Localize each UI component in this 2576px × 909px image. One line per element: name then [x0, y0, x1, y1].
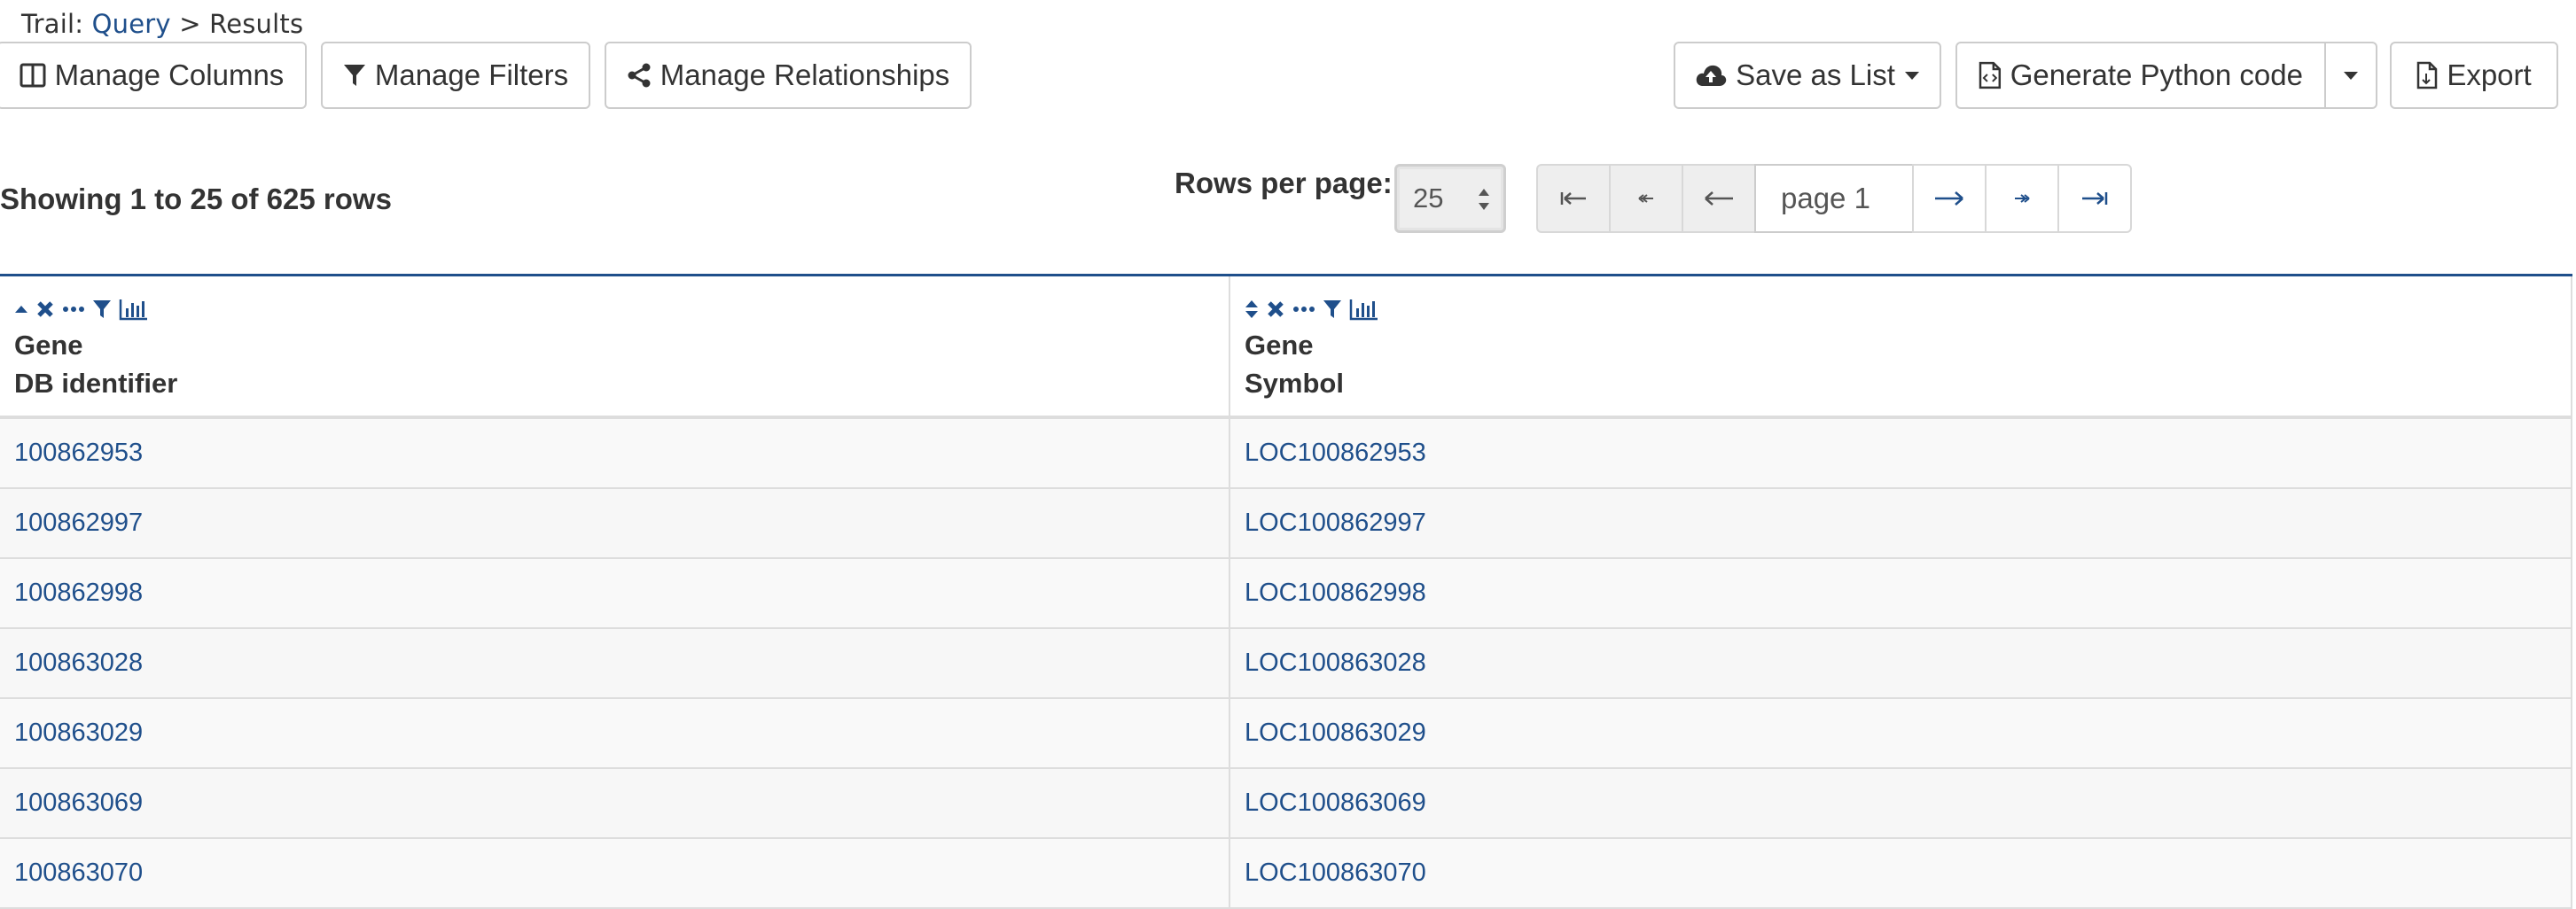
trail-query-link[interactable]: Query: [92, 9, 171, 39]
cell-symbol[interactable]: LOC100862997: [1230, 489, 2572, 557]
cell-db-identifier[interactable]: 100862953: [0, 419, 1230, 487]
caret-down-icon: [2344, 72, 2358, 80]
trail-separator: >: [179, 9, 201, 39]
share-icon: [628, 63, 651, 88]
first-page-button[interactable]: [1536, 164, 1611, 233]
save-as-list-button[interactable]: Save as List: [1674, 42, 1941, 109]
table-row: 100863028 LOC100863028: [0, 629, 2572, 699]
manage-filters-button[interactable]: Manage Filters: [321, 42, 590, 109]
rows-per-page-value: 25: [1413, 183, 1444, 214]
remove-column-icon[interactable]: [35, 299, 55, 319]
table-row: 100863029 LOC100863029: [0, 699, 2572, 769]
filter-icon[interactable]: [92, 299, 112, 320]
column-header-gene-symbol: Gene Symbol: [1230, 276, 2572, 416]
table-row: 100862998 LOC100862998: [0, 559, 2572, 629]
next-page-button[interactable]: [1912, 164, 1987, 233]
fast-forward-icon: [2015, 194, 2030, 203]
manage-relationships-button[interactable]: Manage Relationships: [605, 42, 972, 109]
column-title-line1: Gene: [14, 330, 83, 361]
cell-db-identifier[interactable]: 100863028: [0, 629, 1230, 697]
cell-db-identifier[interactable]: 100863070: [0, 839, 1230, 907]
table-row: 100862997 LOC100862997: [0, 489, 2572, 559]
cell-symbol[interactable]: LOC100862953: [1230, 419, 2572, 487]
cell-db-identifier[interactable]: 100862998: [0, 559, 1230, 627]
cloud-upload-icon: [1696, 65, 1727, 86]
caret-down-icon: [1904, 72, 1919, 80]
generate-python-button[interactable]: Generate Python code: [1955, 42, 2326, 109]
page-number-input[interactable]: page 1: [1754, 164, 1914, 233]
cell-db-identifier[interactable]: 100863069: [0, 769, 1230, 837]
code-file-icon: [1979, 61, 2002, 89]
manage-relationships-label: Manage Relationships: [660, 58, 950, 91]
cell-symbol[interactable]: LOC100863029: [1230, 699, 2572, 767]
cell-symbol[interactable]: LOC100863070: [1230, 839, 2572, 907]
select-arrows-icon: [1479, 189, 1489, 210]
breadcrumb: Trail: Query > Results: [21, 9, 303, 39]
columns-icon: [20, 63, 46, 88]
column-header-gene-db-identifier: Gene DB identifier: [0, 276, 1230, 416]
rows-count-status: Showing 1 to 25 of 625 rows: [0, 183, 392, 215]
generate-python-label: Generate Python code: [2010, 58, 2303, 91]
export-label: Export: [2447, 58, 2532, 91]
trail-current: Results: [209, 9, 304, 39]
previous-page-button[interactable]: [1682, 164, 1756, 233]
column-title-line2: DB identifier: [14, 368, 178, 399]
filter-icon[interactable]: [1323, 299, 1342, 320]
column-tools: [14, 296, 1229, 322]
rows-per-page-select[interactable]: 25: [1394, 164, 1506, 233]
last-page-icon: [2082, 192, 2108, 205]
column-title-line1: Gene: [1245, 330, 1314, 361]
table-row: 100863069 LOC100863069: [0, 769, 2572, 839]
results-table: Gene DB identifier Gene Symbol 100862953…: [0, 274, 2572, 909]
rows-per-page-label: Rows per page:: [1175, 167, 1393, 199]
arrow-left-icon: [1705, 191, 1733, 206]
manage-columns-button[interactable]: Manage Columns: [0, 42, 307, 109]
sort-both-icon[interactable]: [1245, 298, 1259, 321]
last-page-button[interactable]: [2057, 164, 2132, 233]
manage-filters-label: Manage Filters: [374, 58, 569, 91]
generate-python-dropdown-toggle[interactable]: [2326, 42, 2377, 109]
back-five-pages-button[interactable]: [1609, 164, 1683, 233]
cell-symbol[interactable]: LOC100863028: [1230, 629, 2572, 697]
manage-columns-label: Manage Columns: [54, 58, 285, 91]
sort-ascending-icon[interactable]: [14, 304, 28, 315]
bar-chart-icon[interactable]: [1349, 298, 1379, 321]
filter-icon: [343, 65, 365, 86]
table-header: Gene DB identifier Gene Symbol: [0, 276, 2572, 419]
table-row: 100863070 LOC100863070: [0, 839, 2572, 909]
table-body: 100862953 LOC100862953 100862997 LOC1008…: [0, 419, 2572, 909]
arrow-right-icon: [1935, 191, 1963, 206]
first-page-icon: [1560, 192, 1586, 205]
more-options-icon[interactable]: [62, 306, 85, 313]
column-tools: [1245, 296, 2571, 322]
table-row: 100862953 LOC100862953: [0, 419, 2572, 489]
remove-column-icon[interactable]: [1266, 299, 1285, 319]
export-file-icon: [2417, 61, 2438, 89]
cell-db-identifier[interactable]: 100862997: [0, 489, 1230, 557]
fast-back-icon: [1638, 194, 1653, 203]
export-button[interactable]: Export: [2390, 42, 2558, 109]
cell-db-identifier[interactable]: 100863029: [0, 699, 1230, 767]
trail-prefix: Trail:: [21, 9, 84, 39]
more-options-icon[interactable]: [1292, 306, 1315, 313]
save-as-list-label: Save as List: [1736, 58, 1895, 91]
cell-symbol[interactable]: LOC100862998: [1230, 559, 2572, 627]
forward-five-pages-button[interactable]: [1985, 164, 2059, 233]
bar-chart-icon[interactable]: [119, 298, 149, 321]
column-title-line2: Symbol: [1245, 368, 1344, 399]
generate-python-button-group: Generate Python code: [1955, 42, 2377, 109]
cell-symbol[interactable]: LOC100863069: [1230, 769, 2572, 837]
pagination: page 1: [1536, 164, 2132, 233]
